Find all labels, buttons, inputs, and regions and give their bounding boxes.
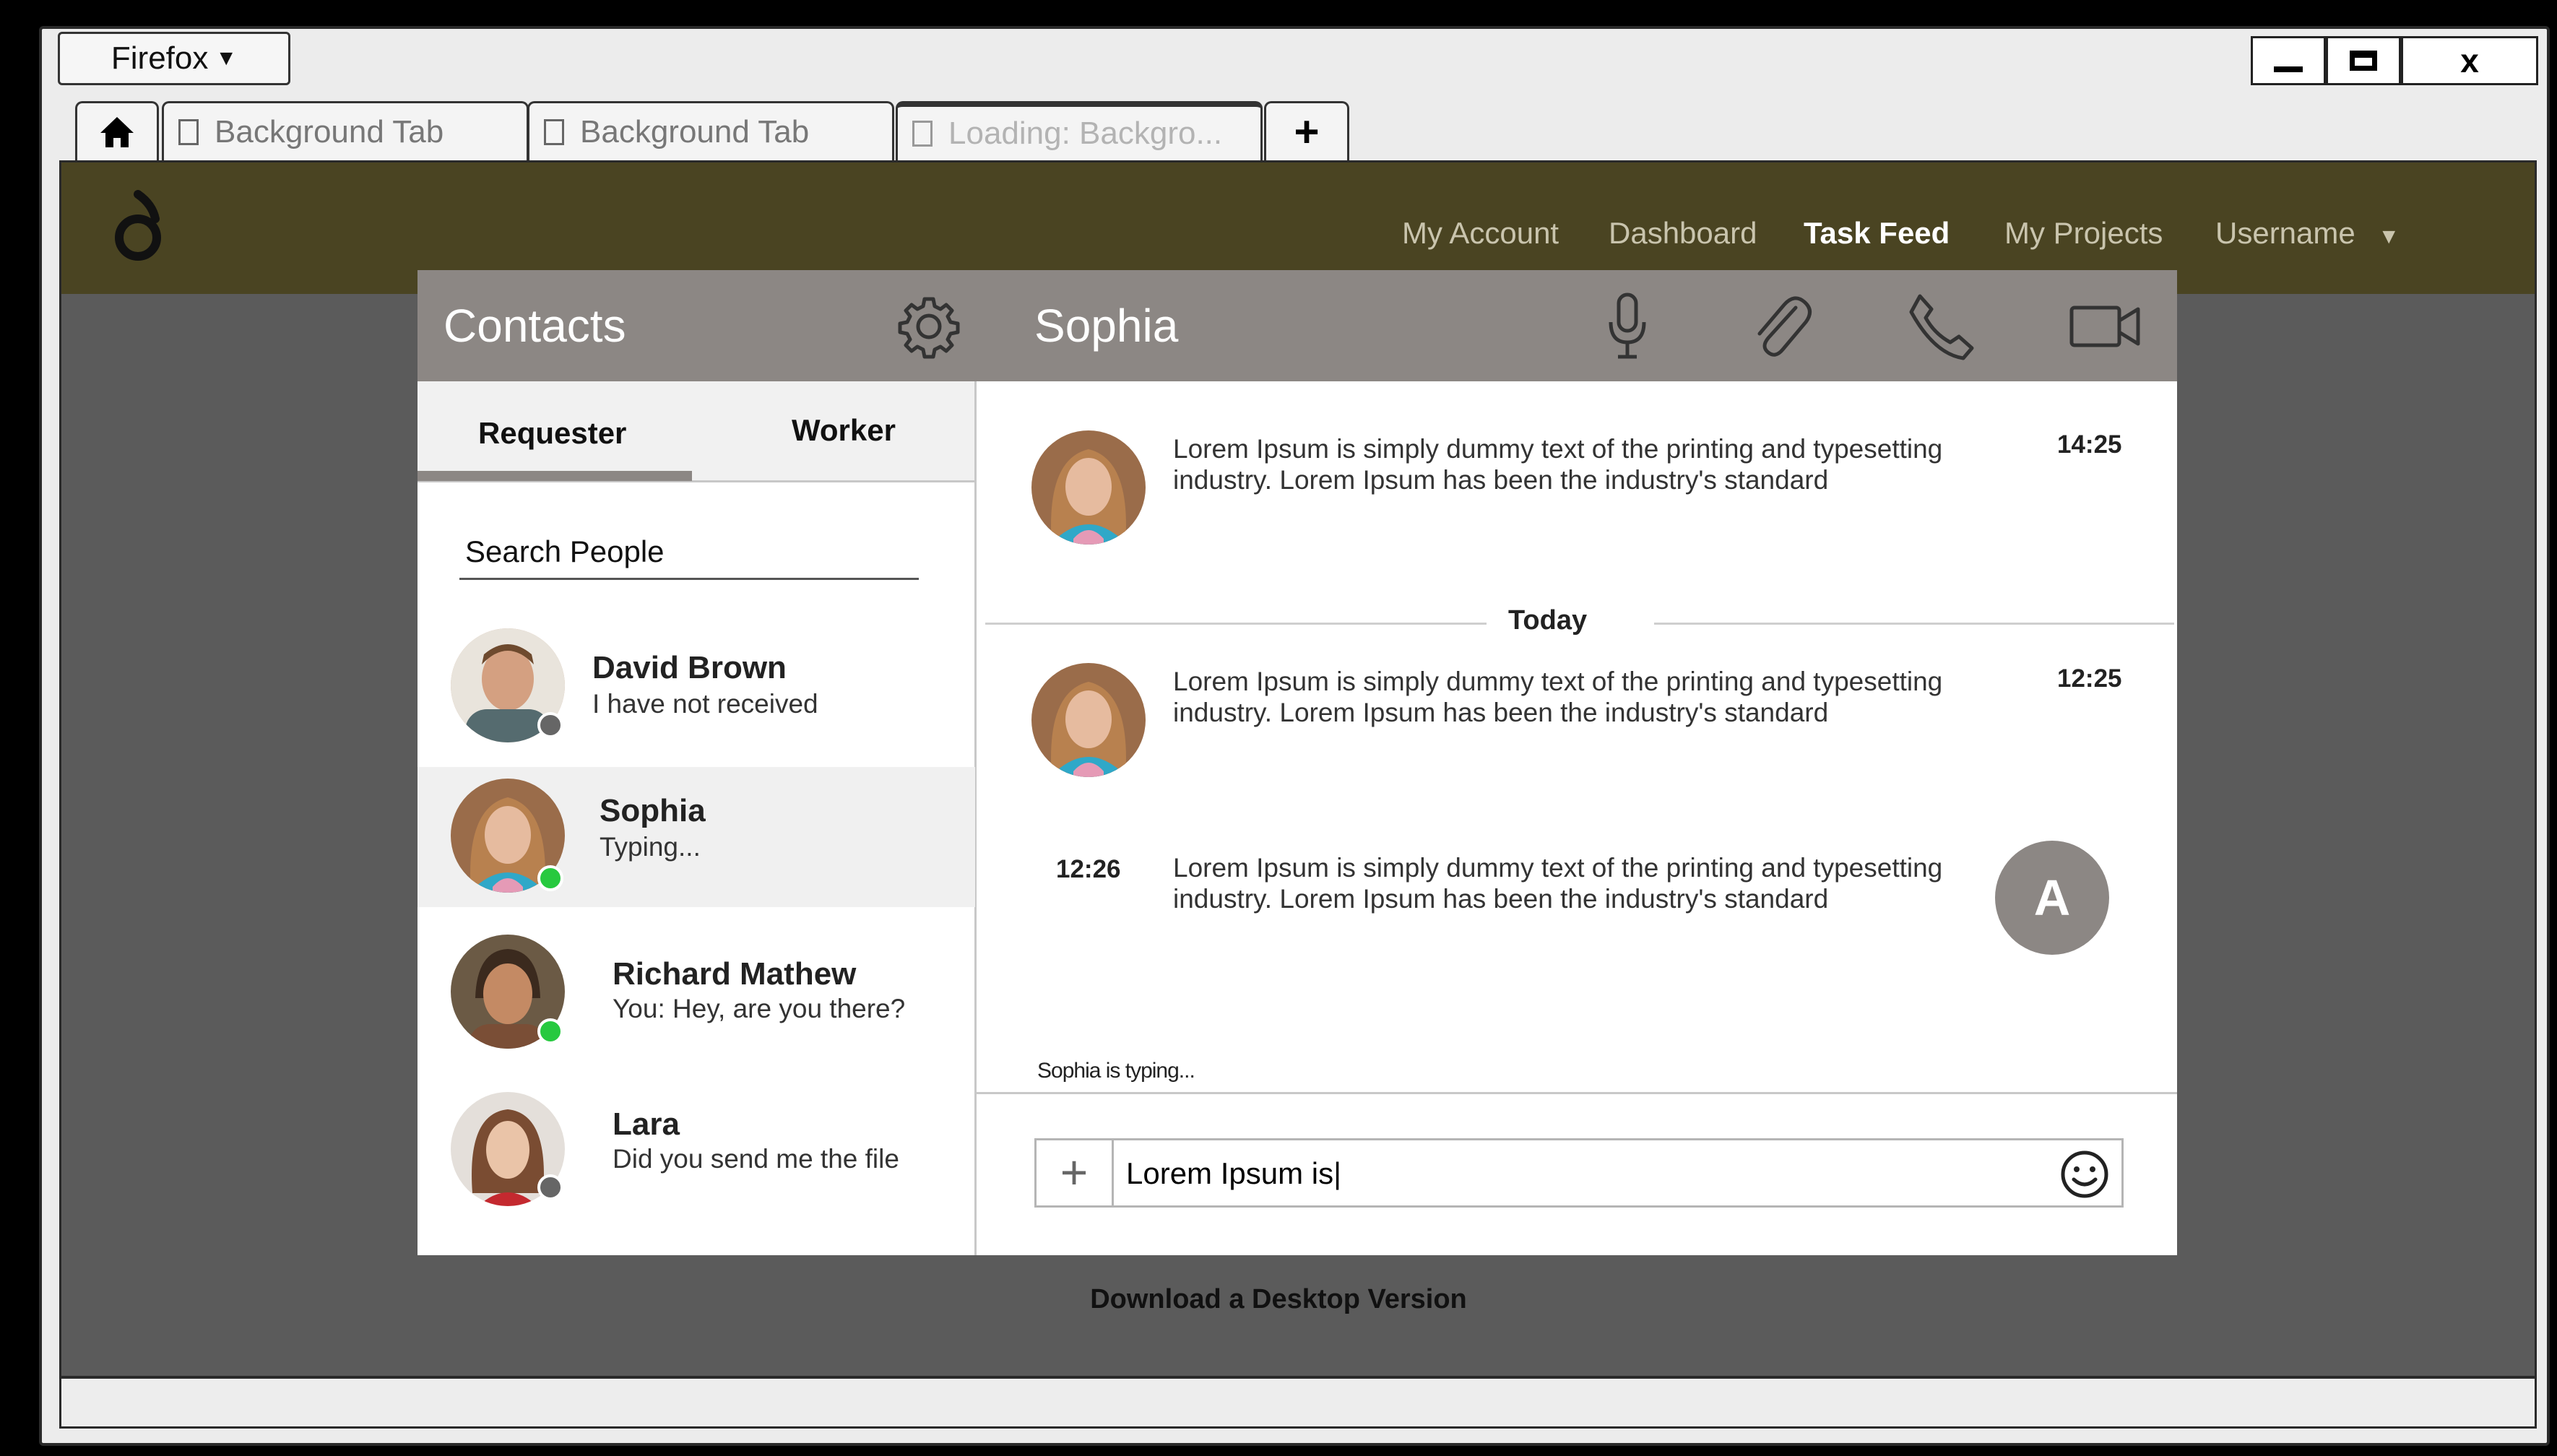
message-text: Lorem Ipsum is simply dummy text of the … bbox=[1173, 667, 1943, 727]
microphone-icon[interactable] bbox=[1602, 290, 1653, 363]
contacts-panel: Requester Worker Search People David Bro… bbox=[417, 381, 977, 1255]
tab-label: Background Tab bbox=[580, 113, 810, 150]
contact-name: David Brown bbox=[592, 650, 787, 685]
message-text: Lorem Ipsum is simply dummy text of the … bbox=[1173, 853, 1943, 914]
chat-title: Sophia bbox=[1034, 300, 1179, 352]
tab-requester[interactable]: Requester bbox=[478, 416, 626, 451]
maximize-button[interactable] bbox=[2326, 36, 2401, 85]
tab-label: Background Tab bbox=[215, 113, 444, 150]
contact-last-message: Typing... bbox=[600, 832, 701, 862]
contact-last-message: I have not received bbox=[592, 689, 818, 719]
own-avatar: A bbox=[1995, 841, 2109, 955]
typing-indicator: Sophia is typing... bbox=[1037, 1059, 1195, 1083]
status-online-indicator bbox=[537, 1018, 563, 1044]
site-logo-icon bbox=[115, 190, 161, 261]
contact-lara[interactable]: Lara Did you send me the file bbox=[417, 1082, 975, 1255]
active-tab-indicator bbox=[417, 471, 692, 481]
date-divider-line bbox=[985, 623, 1487, 625]
dropdown-arrow-icon: ▼ bbox=[215, 46, 238, 70]
emoji-icon[interactable] bbox=[2059, 1149, 2110, 1200]
status-offline-indicator bbox=[537, 1174, 563, 1200]
contacts-title: Contacts bbox=[444, 300, 626, 352]
home-tab[interactable] bbox=[75, 101, 159, 160]
new-tab-button[interactable]: + bbox=[1264, 101, 1349, 160]
nav-my-projects[interactable]: My Projects bbox=[2004, 216, 2163, 251]
video-camera-icon[interactable] bbox=[2067, 299, 2142, 354]
message-time: 14:25 bbox=[2057, 430, 2122, 459]
nav-my-account[interactable]: My Account bbox=[1402, 216, 1559, 251]
composer-divider bbox=[977, 1092, 2177, 1094]
contact-last-message: You: Hey, are you there? bbox=[613, 994, 906, 1023]
paperclip-icon[interactable] bbox=[1745, 290, 1814, 363]
contact-last-message: Did you send me the file bbox=[613, 1144, 899, 1174]
document-icon bbox=[178, 118, 199, 145]
avatar-letter: A bbox=[2033, 870, 2071, 926]
gear-icon[interactable] bbox=[894, 292, 964, 361]
close-icon: x bbox=[2460, 42, 2479, 79]
tab-loading[interactable]: Loading: Backgro... bbox=[896, 101, 1263, 160]
firefox-menu-label: Firefox bbox=[111, 40, 209, 76]
document-icon bbox=[912, 121, 933, 147]
contact-sophia[interactable]: Sophia Typing... bbox=[417, 767, 975, 907]
nav-task-feed[interactable]: Task Feed bbox=[1804, 216, 1950, 251]
username-menu[interactable]: Username ▼ bbox=[2215, 216, 2400, 251]
tab-worker[interactable]: Worker bbox=[792, 413, 896, 448]
message-time: 12:25 bbox=[2057, 664, 2122, 693]
contact-name: Lara bbox=[613, 1106, 680, 1142]
phone-icon[interactable] bbox=[1905, 290, 1978, 363]
document-icon bbox=[544, 118, 564, 145]
chat-modal-header: Contacts Sophia bbox=[417, 270, 2177, 381]
status-online-indicator bbox=[537, 865, 563, 891]
tab-background-1[interactable]: Background Tab bbox=[162, 101, 529, 160]
tab-label: Loading: Backgro... bbox=[948, 116, 1223, 151]
contact-david-brown[interactable]: David Brown I have not received bbox=[417, 615, 975, 755]
home-icon bbox=[100, 116, 134, 147]
sender-avatar bbox=[1031, 663, 1146, 777]
message-text: Lorem Ipsum is simply dummy text of the … bbox=[1173, 434, 1943, 495]
caret-down-icon: ▼ bbox=[2378, 225, 2400, 248]
download-desktop-link[interactable]: Download a Desktop Version bbox=[0, 1284, 2557, 1315]
search-placeholder: Search People bbox=[465, 534, 665, 568]
date-divider-line bbox=[1654, 623, 2174, 625]
minimize-button[interactable] bbox=[2251, 36, 2326, 85]
browser-status-bar bbox=[59, 1377, 2537, 1429]
close-window-button[interactable]: x bbox=[2401, 36, 2538, 85]
date-divider-label: Today bbox=[1508, 605, 1588, 636]
tab-background-2[interactable]: Background Tab bbox=[527, 101, 894, 160]
contact-name: Sophia bbox=[600, 793, 706, 828]
maximize-icon bbox=[2350, 51, 2377, 71]
username-label: Username bbox=[2215, 216, 2355, 250]
sender-avatar bbox=[1031, 430, 1146, 545]
chat-modal: Contacts Sophia Requester Worker Search … bbox=[417, 270, 2177, 1255]
minimize-icon bbox=[2274, 66, 2303, 72]
contact-richard-mathew[interactable]: Richard Mathew You: Hey, are you there? bbox=[417, 924, 975, 1065]
message-composer: + Lorem Ipsum is| bbox=[1034, 1138, 2124, 1208]
firefox-menu-button[interactable]: Firefox ▼ bbox=[58, 32, 290, 85]
contact-name: Richard Mathew bbox=[613, 956, 857, 992]
search-people-input[interactable]: Search People bbox=[459, 526, 919, 580]
status-offline-indicator bbox=[537, 712, 563, 738]
message-time: 12:26 bbox=[1056, 855, 1121, 883]
nav-dashboard[interactable]: Dashboard bbox=[1609, 216, 1757, 251]
add-attachment-button[interactable]: + bbox=[1037, 1140, 1114, 1205]
chat-panel: Lorem Ipsum is simply dummy text of the … bbox=[977, 381, 2177, 1255]
plus-icon: + bbox=[1294, 108, 1320, 156]
contacts-tabs: Requester Worker bbox=[417, 381, 974, 482]
message-input[interactable]: Lorem Ipsum is| bbox=[1126, 1156, 1341, 1191]
